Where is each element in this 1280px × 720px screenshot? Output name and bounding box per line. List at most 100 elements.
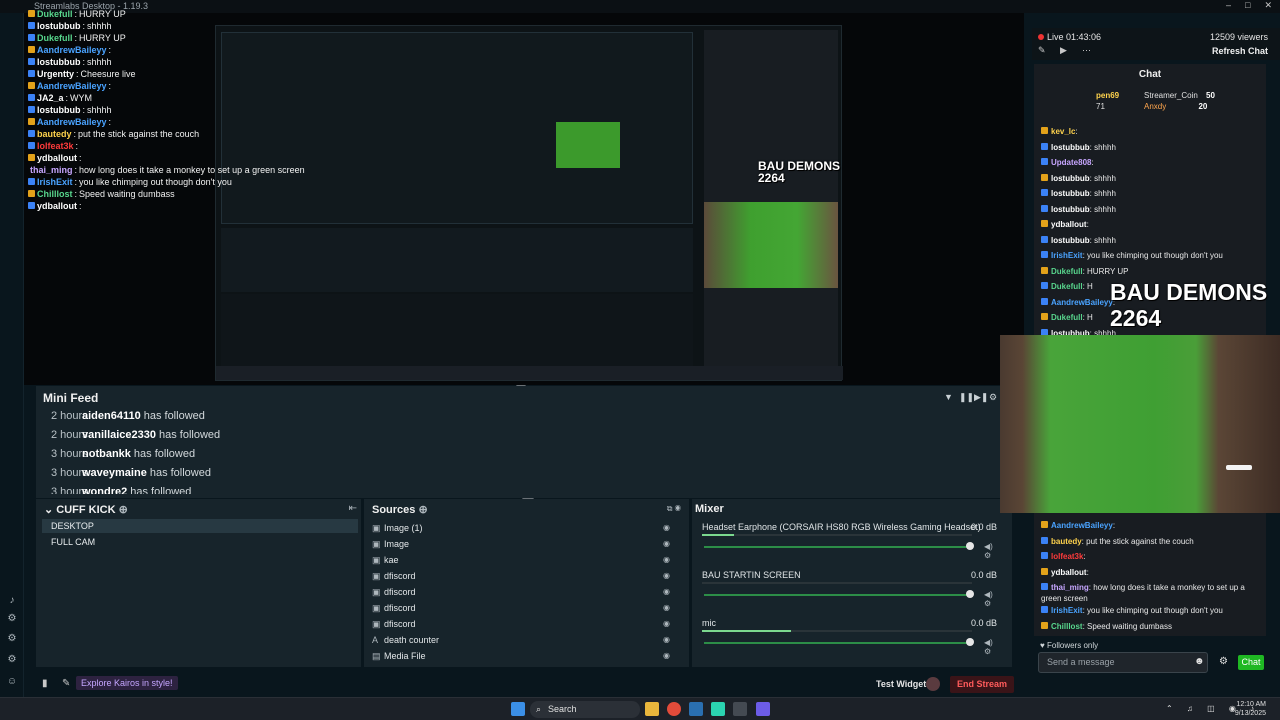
chat-username[interactable]: Dukefull	[1051, 313, 1083, 322]
stats-icon[interactable]: ▮	[42, 678, 48, 689]
scene-collection-title[interactable]: ⌄ CUFF KICK ⊕	[44, 503, 128, 516]
chat-badge-icon	[1041, 521, 1048, 528]
chat-badge-icon	[1041, 297, 1048, 305]
feed-username[interactable]: aiden64110	[82, 410, 141, 422]
visibility-icon[interactable]: ◉	[663, 521, 670, 535]
overlay-chat-user: Dukefull	[37, 33, 73, 43]
refresh-chat-button[interactable]: Refresh Chat	[1212, 46, 1268, 56]
chat-username[interactable]: Dukefull	[1051, 267, 1083, 276]
chat-username[interactable]: lostubbub	[1051, 236, 1090, 245]
visibility-icon[interactable]: ◉	[663, 633, 670, 647]
overlay-chat-colon: :	[82, 57, 86, 67]
volume-slider-knob[interactable]	[966, 542, 974, 550]
visibility-icon[interactable]: ◉	[663, 601, 670, 615]
visibility-icon[interactable]: ◉	[663, 649, 670, 663]
kairos-promo[interactable]: Explore Kairos in style!	[76, 676, 178, 690]
feed-username[interactable]: notbankk	[82, 448, 131, 460]
source-item[interactable]: ▣ Image (1) ◉	[372, 521, 670, 535]
volume-slider-knob[interactable]	[966, 638, 974, 646]
chrome-icon[interactable]	[667, 702, 681, 716]
gear-icon[interactable]: ⚙	[6, 654, 18, 666]
visibility-icon[interactable]: ◉	[663, 617, 670, 631]
streamlabs-icon[interactable]	[711, 702, 725, 716]
chat-username[interactable]: Dukefull	[1051, 282, 1083, 291]
add-scene-icon[interactable]: ⊕	[119, 504, 128, 516]
chat-username[interactable]: Chilllost	[1051, 622, 1083, 631]
skip-icon[interactable]: ▶❚	[974, 392, 988, 403]
visibility-icon[interactable]: ◉	[663, 537, 670, 551]
chat-username[interactable]: lostubbub	[1051, 143, 1090, 152]
tool-icon[interactable]: ⚙	[6, 633, 18, 645]
feed-username[interactable]: vanillaice2330	[82, 429, 156, 441]
chat-username[interactable]: Update808	[1051, 158, 1091, 167]
source-item[interactable]: ▤ Media File ◉	[372, 649, 670, 663]
chat-username[interactable]: lostubbub	[1051, 189, 1090, 198]
source-item[interactable]: ▣ kae ◉	[372, 553, 670, 567]
source-options-icon[interactable]: ⧉ ◉	[667, 504, 681, 514]
settings-icon[interactable]: ⚙	[989, 392, 997, 403]
feed-username[interactable]: wondre2	[82, 486, 127, 494]
popout-icon[interactable]: ▶	[1060, 45, 1067, 56]
chat-username[interactable]: IrishExit	[1051, 606, 1083, 615]
chat-username[interactable]: ydballout	[1051, 220, 1087, 229]
source-item[interactable]: ▣ dfiscord ◉	[372, 601, 670, 615]
share-icon[interactable]: ⋯	[1082, 45, 1091, 56]
app-icon[interactable]	[733, 702, 747, 716]
source-item[interactable]: Adeath counter ◉	[372, 633, 670, 647]
mute-icon[interactable]: ◀) ⚙	[984, 590, 1002, 608]
volume-slider-track[interactable]	[704, 546, 970, 548]
settings-icon[interactable]: ⚙	[6, 613, 18, 625]
volume-slider-track[interactable]	[704, 594, 970, 596]
pause-icon[interactable]: ❚❚	[959, 392, 974, 403]
chat-username[interactable]: bautedy	[1051, 537, 1082, 546]
source-item[interactable]: ▣ dfiscord ◉	[372, 617, 670, 631]
stream-preview[interactable]: BAU DEMONS 2264 Dukefull: HURRY UP lostubb…	[24, 9, 1024, 388]
discord-icon[interactable]	[756, 702, 770, 716]
user-icon[interactable]: ☺	[6, 676, 18, 688]
feed-username[interactable]: waveymaine	[82, 467, 147, 479]
taskbar-search[interactable]: ⌕ Search	[530, 701, 640, 718]
volume-slider-track[interactable]	[704, 642, 970, 644]
maximize-button[interactable]: □	[1245, 0, 1250, 11]
chat-settings-icon[interactable]: ⚙	[1219, 656, 1228, 667]
chat-username[interactable]: lolfeat3k	[1051, 552, 1083, 561]
steam-icon[interactable]	[689, 702, 703, 716]
taskbar-clock[interactable]: 12:10 AM 9/13/2025	[1235, 700, 1266, 718]
filter-icon[interactable]: ▼	[944, 392, 953, 402]
chat-send-button[interactable]: Chat	[1238, 655, 1264, 670]
visibility-icon[interactable]: ◉	[663, 585, 670, 599]
chat-username[interactable]: lostubbub	[1051, 174, 1090, 183]
send-message-input[interactable]: Send a message	[1038, 652, 1208, 673]
chat-username[interactable]: IrishExit	[1051, 251, 1083, 260]
minimize-button[interactable]: –	[1226, 0, 1231, 11]
record-button[interactable]	[926, 677, 940, 691]
chat-username[interactable]: AandrewBaileyy	[1051, 521, 1113, 530]
file-explorer-icon[interactable]	[645, 702, 659, 716]
mute-icon[interactable]: ◀) ⚙	[984, 542, 1002, 560]
chat-username[interactable]: thai_ming	[1051, 583, 1089, 592]
visibility-icon[interactable]: ◉	[663, 553, 670, 567]
source-item[interactable]: ▣ Image ◉	[372, 537, 670, 551]
chat-username[interactable]: lostubbub	[1051, 205, 1090, 214]
edit-icon[interactable]: ✎	[1038, 45, 1046, 56]
windows-start-icon[interactable]	[511, 702, 525, 716]
close-button[interactable]: ✕	[1264, 0, 1272, 11]
scene-full-cam[interactable]: FULL CAM	[42, 535, 358, 549]
tiktok-icon[interactable]: ♪	[6, 595, 18, 607]
chat-username[interactable]: AandrewBaileyy	[1051, 298, 1113, 307]
scene-transition-icon[interactable]: ⇤	[349, 503, 357, 514]
chat-username[interactable]: ydballout	[1051, 568, 1087, 577]
scene-desktop[interactable]: DESKTOP	[42, 519, 358, 533]
visibility-icon[interactable]: ◉	[663, 569, 670, 583]
end-stream-button[interactable]: End Stream	[950, 676, 1014, 693]
megaphone-icon[interactable]: ✎	[62, 678, 70, 689]
leader-name: Streamer_Coin	[1144, 91, 1198, 100]
source-item[interactable]: ▣ dfiscord ◉	[372, 569, 670, 583]
source-item[interactable]: ▣ dfiscord ◉	[372, 585, 670, 599]
mute-icon[interactable]: ◀) ⚙	[984, 638, 1002, 656]
add-source-icon[interactable]: ⊕	[418, 504, 427, 516]
volume-slider-knob[interactable]	[966, 590, 974, 598]
test-widgets-button[interactable]: Test Widgets	[876, 679, 931, 689]
chat-username[interactable]: kev_lc	[1051, 127, 1075, 136]
emote-icon[interactable]: ☻	[1194, 656, 1205, 667]
